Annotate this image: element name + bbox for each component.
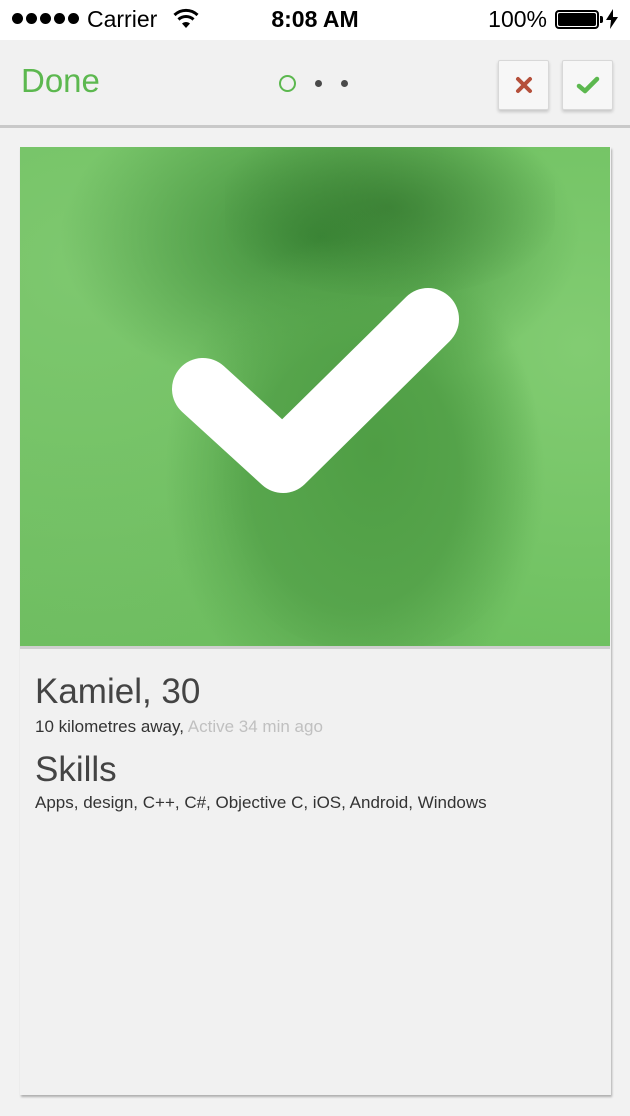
profile-name-age: Kamiel, 30 xyxy=(35,672,201,711)
approved-checkmark-icon xyxy=(172,288,459,493)
profile-photo xyxy=(20,147,610,649)
profile-card[interactable]: Kamiel, 30 10 kilometres away, Active 34… xyxy=(20,147,611,1095)
nav-bar: Done xyxy=(0,40,630,128)
checkmark-icon xyxy=(576,76,599,94)
page-dot xyxy=(315,80,322,87)
screen: Carrier 8:08 AM 100% Done Kamiel, 30 10 … xyxy=(0,0,630,1116)
skills-list: Apps, design, C++, C#, Objective C, iOS,… xyxy=(35,793,487,812)
page-dot-active xyxy=(279,75,296,92)
done-button[interactable]: Done xyxy=(21,62,100,100)
battery-icon xyxy=(555,10,603,29)
last-active-text: Active 34 min ago xyxy=(187,717,323,736)
page-dot xyxy=(341,80,348,87)
close-icon xyxy=(515,77,532,93)
skills-heading: Skills xyxy=(35,750,117,789)
accept-button[interactable] xyxy=(562,60,613,110)
charging-bolt-icon xyxy=(606,9,618,29)
reject-button[interactable] xyxy=(498,60,549,110)
page-indicator xyxy=(279,75,348,92)
profile-info: Kamiel, 30 10 kilometres away, Active 34… xyxy=(35,672,595,814)
status-bar: Carrier 8:08 AM 100% xyxy=(0,0,630,40)
distance-text: 10 kilometres away, xyxy=(35,717,184,736)
battery-percentage: 100% xyxy=(488,6,547,32)
profile-meta: 10 kilometres away, Active 34 min ago xyxy=(35,716,595,738)
